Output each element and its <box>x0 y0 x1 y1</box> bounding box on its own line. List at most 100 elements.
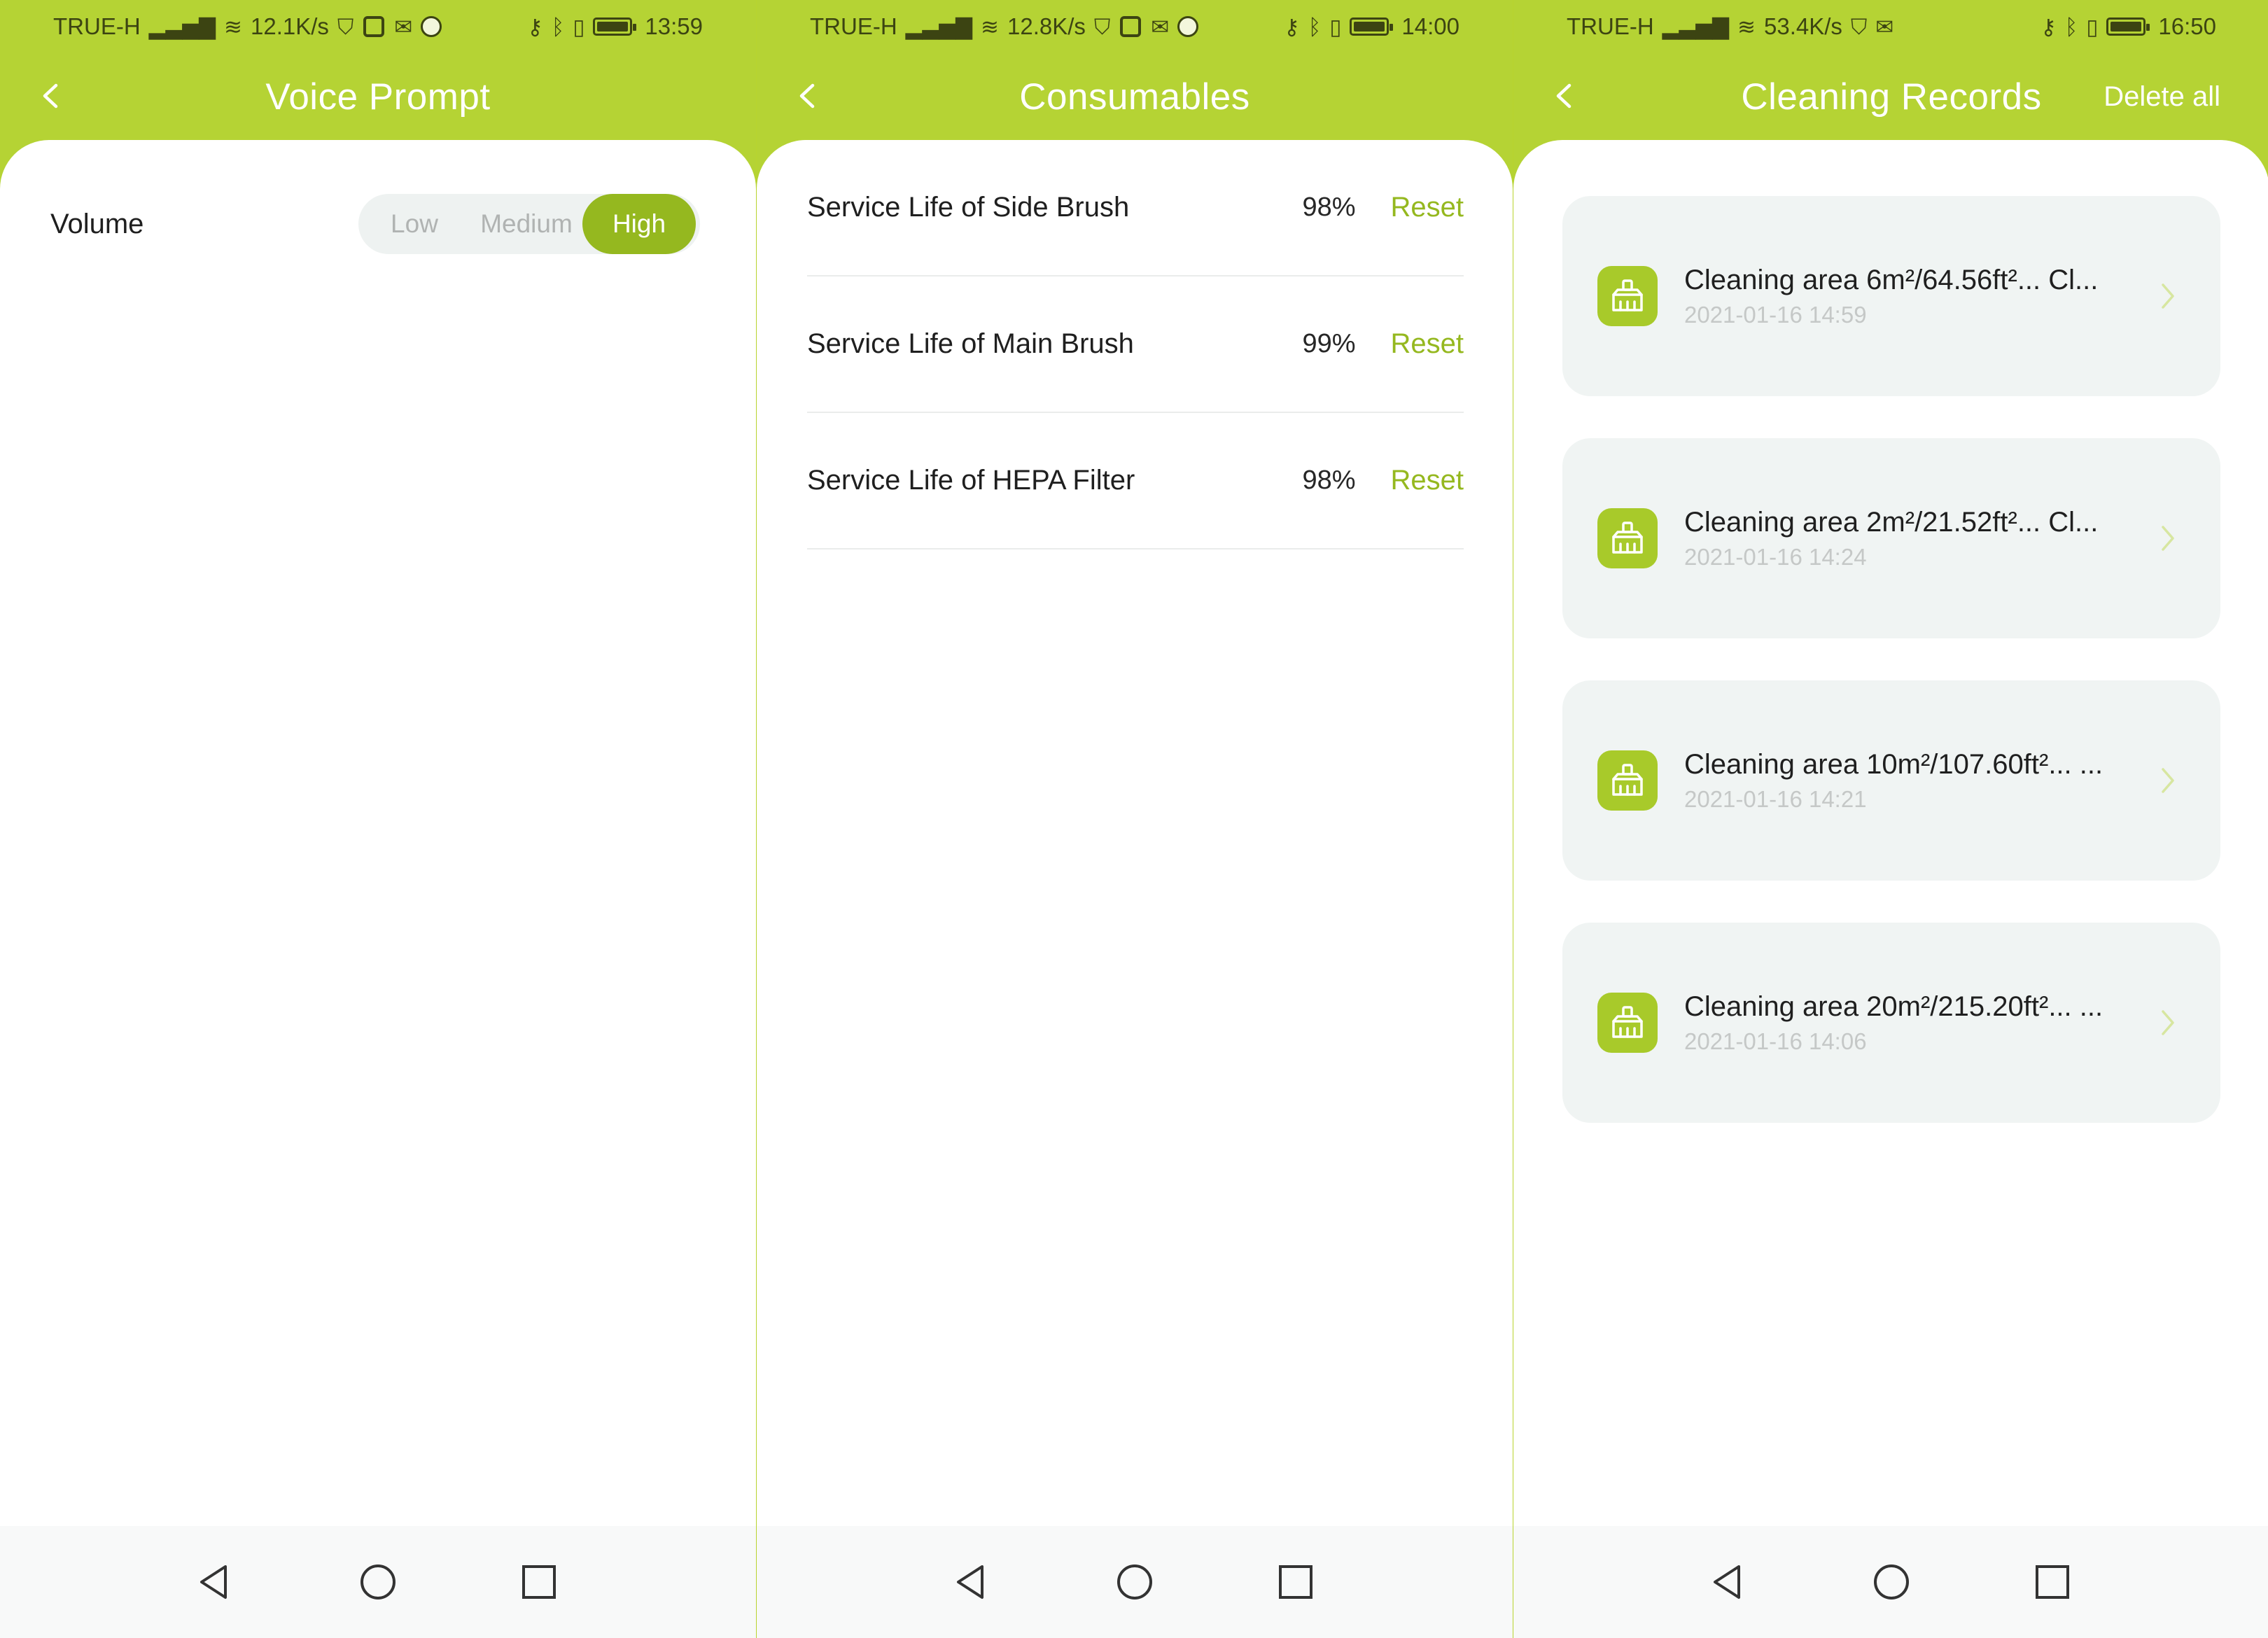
vibrate-icon: ▯ <box>573 14 585 39</box>
reset-button[interactable]: Reset <box>1391 192 1464 223</box>
list-item: Service Life of Main Brush 99% Reset <box>807 276 1464 413</box>
signal-icon: ▂▃▅▇ <box>148 14 216 39</box>
content-sheet: Cleaning area 6m²/64.56ft²... Cl... 2021… <box>1513 140 2268 1526</box>
circle-home-icon <box>1117 1564 1152 1600</box>
mail-icon: ✉ <box>394 14 413 39</box>
carrier-label: TRUE-H <box>53 13 141 39</box>
vibrate-icon: ▯ <box>1329 14 1342 39</box>
volume-row: Volume Low Medium High <box>50 189 700 259</box>
wifi-icon: ≋ <box>1737 14 1756 39</box>
system-recents-button[interactable] <box>1276 1562 1315 1602</box>
broom-icon <box>1597 508 1658 568</box>
status-bar: TRUE-H ▂▃▅▇ ≋ 12.8K/s ⛉ ✉ ⚷ ᛒ ▯ 14:00 <box>757 0 1513 53</box>
app-notification-icon <box>363 16 385 37</box>
clock: 14:00 <box>1401 13 1460 39</box>
system-back-button[interactable] <box>195 1562 234 1602</box>
consumables-screen: TRUE-H ▂▃▅▇ ≋ 12.8K/s ⛉ ✉ ⚷ ᛒ ▯ 14:00 Co… <box>757 0 1513 1638</box>
system-home-button[interactable] <box>1872 1562 1911 1602</box>
vibrate-icon: ▯ <box>2086 14 2099 39</box>
content-sheet: Service Life of Side Brush 98% Reset Ser… <box>757 140 1513 1526</box>
record-date: 2021-01-16 14:06 <box>1684 1028 1867 1054</box>
broom-icon <box>1597 993 1658 1053</box>
consumable-name: Service Life of Side Brush <box>807 192 1130 223</box>
app-round-icon <box>421 16 442 37</box>
key-icon: ⚷ <box>527 14 543 39</box>
consumables-list: Service Life of Side Brush 98% Reset Ser… <box>807 140 1464 550</box>
carrier-label: TRUE-H <box>810 13 897 39</box>
chevron-right-icon <box>2162 526 2174 551</box>
record-title: Cleaning area 10m²/107.60ft²... ... <box>1684 748 2104 780</box>
status-bar: TRUE-H ▂▃▅▇ ≋ 12.1K/s ⛉ ✉ ⚷ ᛒ ▯ 13:59 <box>0 0 756 53</box>
system-back-button[interactable] <box>1708 1562 1747 1602</box>
chevron-right-icon <box>2162 1010 2174 1035</box>
consumable-name: Service Life of Main Brush <box>807 328 1134 359</box>
shield-icon: ⛉ <box>1850 14 1868 39</box>
voice-prompt-screen: TRUE-H ▂▃▅▇ ≋ 12.1K/s ⛉ ✉ ⚷ ᛒ ▯ 13:59 Vo… <box>0 0 756 1638</box>
system-nav-bar <box>0 1526 756 1638</box>
system-recents-button[interactable] <box>2033 1562 2072 1602</box>
network-speed: 12.8K/s <box>1007 13 1086 39</box>
system-nav-bar <box>1513 1526 2268 1638</box>
record-card[interactable]: Cleaning area 2m²/21.52ft²... Cl... 2021… <box>1562 438 2220 638</box>
content-sheet: Volume Low Medium High <box>0 140 756 1526</box>
system-recents-button[interactable] <box>519 1562 559 1602</box>
record-card[interactable]: Cleaning area 10m²/107.60ft²... ... 2021… <box>1562 680 2220 881</box>
records-list: Cleaning area 6m²/64.56ft²... Cl... 2021… <box>1562 196 2220 1165</box>
record-card[interactable]: Cleaning area 20m²/215.20ft²... ... 2021… <box>1562 923 2220 1123</box>
volume-option-high[interactable]: High <box>582 194 696 254</box>
app-round-icon <box>1177 16 1199 37</box>
consumable-percent: 98% <box>1302 192 1356 222</box>
signal-icon: ▂▃▅▇ <box>1662 14 1730 39</box>
volume-option-medium[interactable]: Medium <box>470 194 582 254</box>
square-recents-icon <box>522 1565 556 1599</box>
system-nav-bar <box>757 1526 1513 1638</box>
app-notification-icon <box>1120 16 1142 37</box>
circle-home-icon <box>360 1564 396 1600</box>
square-recents-icon <box>1279 1565 1312 1599</box>
triangle-back-icon <box>957 1565 983 1599</box>
network-speed: 53.4K/s <box>1764 13 1842 39</box>
volume-option-low[interactable]: Low <box>358 194 470 254</box>
chevron-right-icon <box>2162 768 2174 793</box>
circle-home-icon <box>1874 1564 1909 1600</box>
volume-label: Volume <box>50 208 144 239</box>
battery-icon <box>593 18 637 36</box>
triangle-back-icon <box>1714 1565 1740 1599</box>
system-home-button[interactable] <box>1115 1562 1154 1602</box>
clock: 13:59 <box>645 13 703 39</box>
list-item: Service Life of HEPA Filter 98% Reset <box>807 413 1464 550</box>
key-icon: ⚷ <box>2040 14 2057 39</box>
consumable-name: Service Life of HEPA Filter <box>807 465 1135 496</box>
record-title: Cleaning area 20m²/215.20ft²... ... <box>1684 990 2104 1022</box>
title-bar: Consumables <box>757 53 1513 140</box>
record-title: Cleaning area 2m²/21.52ft²... Cl... <box>1684 506 2099 538</box>
battery-icon <box>1350 18 1394 36</box>
record-date: 2021-01-16 14:59 <box>1684 301 1867 328</box>
record-date: 2021-01-16 14:24 <box>1684 543 1867 570</box>
wifi-icon: ≋ <box>981 14 1000 39</box>
chevron-right-icon <box>2162 284 2174 309</box>
key-icon: ⚷ <box>1284 14 1300 39</box>
list-item: Service Life of Side Brush 98% Reset <box>807 140 1464 276</box>
consumable-percent: 98% <box>1302 465 1356 495</box>
volume-segmented-control: Low Medium High <box>358 194 700 254</box>
triangle-back-icon <box>200 1565 227 1599</box>
system-back-button[interactable] <box>951 1562 990 1602</box>
bluetooth-icon: ᛒ <box>551 14 565 39</box>
shield-icon: ⛉ <box>337 14 354 39</box>
bluetooth-icon: ᛒ <box>1308 14 1322 39</box>
mail-icon: ✉ <box>1875 14 1894 39</box>
square-recents-icon <box>2036 1565 2069 1599</box>
signal-icon: ▂▃▅▇ <box>905 14 973 39</box>
page-title: Voice Prompt <box>265 76 491 118</box>
system-home-button[interactable] <box>358 1562 398 1602</box>
battery-icon <box>2106 18 2150 36</box>
record-title: Cleaning area 6m²/64.56ft²... Cl... <box>1684 264 2099 295</box>
network-speed: 12.1K/s <box>251 13 329 39</box>
cleaning-records-screen: TRUE-H ▂▃▅▇ ≋ 53.4K/s ⛉ ✉ ⚷ ᛒ ▯ 16:50 Cl… <box>1513 0 2268 1638</box>
reset-button[interactable]: Reset <box>1391 465 1464 496</box>
page-title: Consumables <box>1019 76 1250 118</box>
record-card[interactable]: Cleaning area 6m²/64.56ft²... Cl... 2021… <box>1562 196 2220 396</box>
reset-button[interactable]: Reset <box>1391 328 1464 360</box>
delete-all-button[interactable]: Delete all <box>2104 53 2220 140</box>
